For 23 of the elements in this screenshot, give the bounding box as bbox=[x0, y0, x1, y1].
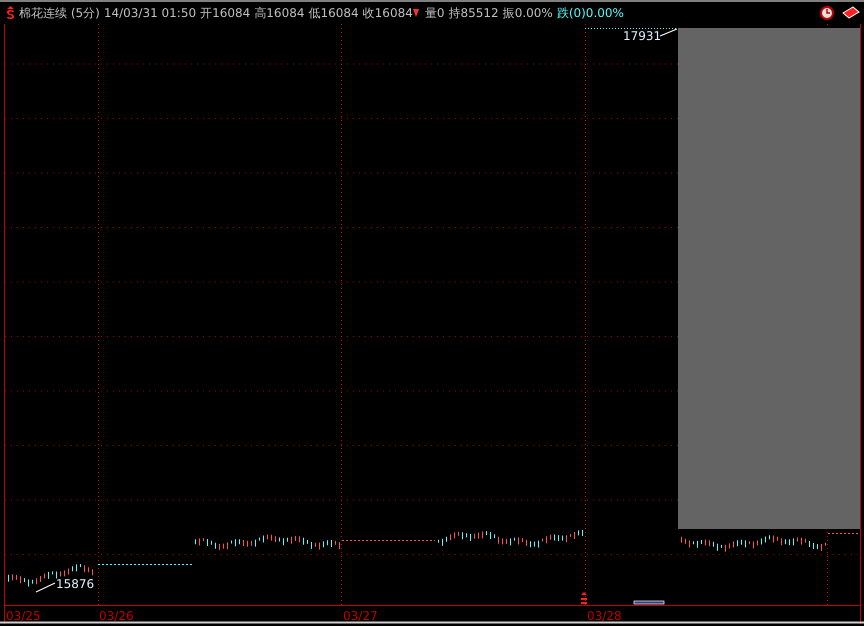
quote-value: 开16084 bbox=[200, 5, 250, 22]
chip-icon[interactable] bbox=[842, 6, 860, 20]
leader-line bbox=[36, 582, 56, 592]
quote-time: 14/03/31 01:50 bbox=[104, 5, 196, 22]
clock-icon[interactable] bbox=[820, 6, 834, 20]
quote-value: 低16084 bbox=[308, 5, 359, 22]
dollar-icon bbox=[6, 6, 15, 20]
leader-line bbox=[660, 28, 678, 36]
date-label: 03/26 bbox=[99, 609, 134, 623]
date-label: 03/25 bbox=[6, 609, 41, 623]
quote-value: 持85512 bbox=[448, 5, 499, 22]
quote-value: 量0 bbox=[424, 5, 444, 22]
scroll-indicator bbox=[634, 600, 664, 604]
change-value: 跌(0)0.00% bbox=[556, 5, 624, 22]
date-label: 03/27 bbox=[343, 609, 378, 623]
quote-value: 高16084 bbox=[254, 5, 304, 22]
quote-value: 振0.00% bbox=[502, 5, 553, 22]
low-price-label: 15876 bbox=[56, 577, 94, 591]
dollar-icon bbox=[581, 592, 587, 604]
high-price-label: 17931 bbox=[623, 29, 662, 43]
quote-value: 收16084 bbox=[362, 5, 413, 22]
instrument-title: 棉花连续 (5分) bbox=[19, 5, 100, 22]
date-label: 03/28 bbox=[587, 609, 622, 623]
